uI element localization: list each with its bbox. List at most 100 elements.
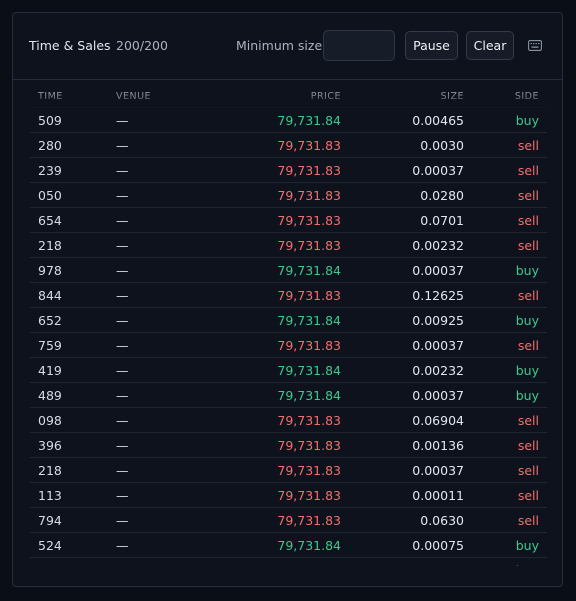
- venue-cell: —: [116, 113, 129, 128]
- table-row: 844 — 79,731.83 0.12625 sell: [30, 283, 547, 308]
- time-cell: 280: [38, 138, 62, 153]
- venue-cell: —: [116, 513, 129, 528]
- venue-cell: —: [116, 213, 129, 228]
- price-cell: 79,731.83: [277, 163, 341, 178]
- price-cell: 79,731.83: [277, 488, 341, 503]
- clear-button[interactable]: Clear: [466, 31, 514, 60]
- side-cell: sell: [517, 413, 539, 428]
- time-cell: 113: [38, 488, 62, 503]
- venue-cell: —: [116, 463, 129, 478]
- minimum-size-label: Minimum size: [236, 38, 323, 53]
- venue-cell: —: [116, 538, 129, 553]
- time-cell: 113: [38, 563, 62, 566]
- venue-cell: —: [116, 488, 129, 503]
- table-row: 794 — 79,731.83 0.0630 sell: [30, 508, 547, 533]
- venue-cell: —: [116, 563, 129, 566]
- panel-header: Time & Sales 200/200 Minimum size Pause …: [13, 13, 562, 80]
- side-cell: buy: [515, 388, 539, 403]
- table-row: 113 — 79,731.83 0.00011 sell: [30, 483, 547, 508]
- keyboard-icon[interactable]: [528, 40, 542, 51]
- size-cell: 0.00037: [412, 338, 464, 353]
- price-cell: 79,731.83: [277, 438, 341, 453]
- size-cell: 0.00075: [412, 538, 464, 553]
- price-cell: 79,731.84: [277, 388, 341, 403]
- time-cell: 489: [38, 388, 62, 403]
- side-cell: sell: [517, 338, 539, 353]
- venue-cell: —: [116, 288, 129, 303]
- size-cell: 0.0030: [420, 138, 464, 153]
- price-cell: 79,731.84: [277, 363, 341, 378]
- table-row: 098 — 79,731.83 0.06904 sell: [30, 408, 547, 433]
- price-cell: 79,731.84: [277, 313, 341, 328]
- table-row: 218 — 79,731.83 0.00037 sell: [30, 458, 547, 483]
- size-cell: 0.00232: [412, 238, 464, 253]
- time-cell: 759: [38, 338, 62, 353]
- price-cell: 79,731.83: [277, 213, 341, 228]
- time-cell: 098: [38, 413, 62, 428]
- side-cell: sell: [517, 188, 539, 203]
- table-row: 759 — 79,731.83 0.00037 sell: [30, 333, 547, 358]
- table-row: 218 — 79,731.83 0.00232 sell: [30, 233, 547, 258]
- trades-table: TIME VENUE PRICE SIZE SIDE 509—79,731.84…: [30, 87, 547, 566]
- size-cell: 0.00037: [412, 463, 464, 478]
- price-cell: 79,731.83: [277, 288, 341, 303]
- side-cell: sell: [517, 488, 539, 503]
- scroll-fade: [30, 94, 547, 108]
- side-cell: sell: [517, 513, 539, 528]
- table-row: 419 — 79,731.84 0.00232 buy: [30, 358, 547, 383]
- size-cell: 0.0280: [420, 188, 464, 203]
- panel-title: Time & Sales: [29, 38, 111, 53]
- table-row: 050 — 79,731.83 0.0280 sell: [30, 183, 547, 208]
- price-cell: 79,731.83: [277, 238, 341, 253]
- side-cell: sell: [517, 213, 539, 228]
- price-cell: 79,731.84: [277, 263, 341, 278]
- trade-count: 200/200: [116, 38, 168, 53]
- table-row: 524 — 79,731.84 0.00075 buy: [30, 533, 547, 558]
- size-cell: 0.00465: [412, 113, 464, 128]
- side-cell: sell: [517, 163, 539, 178]
- time-cell: 978: [38, 263, 62, 278]
- venue-cell: —: [116, 163, 129, 178]
- side-cell: sell: [517, 138, 539, 153]
- price-cell: 79,731.83: [277, 188, 341, 203]
- time-cell: 524: [38, 538, 62, 553]
- time-cell: 218: [38, 463, 62, 478]
- side-cell: buy: [515, 363, 539, 378]
- time-cell: 844: [38, 288, 62, 303]
- size-cell: 0.0701: [420, 213, 464, 228]
- size-cell: 0.0630: [420, 513, 464, 528]
- table-row: 239 — 79,731.83 0.00037 sell: [30, 158, 547, 183]
- size-cell: 0.00037: [412, 163, 464, 178]
- table-row: 509 — 79,731.84 0.00465 buy: [30, 108, 547, 133]
- size-cell: 0.00037: [412, 563, 464, 566]
- size-cell: 0.00037: [412, 388, 464, 403]
- table-row: 280 — 79,731.83 0.0030 sell: [30, 133, 547, 158]
- time-cell: 652: [38, 313, 62, 328]
- minimum-size-input[interactable]: [323, 30, 395, 61]
- venue-cell: —: [116, 388, 129, 403]
- time-and-sales-panel: Time & Sales 200/200 Minimum size Pause …: [12, 12, 563, 587]
- pause-button[interactable]: Pause: [405, 31, 458, 60]
- size-cell: 0.00232: [412, 363, 464, 378]
- table-row: 113 — 79,731.84 0.00037 buy: [30, 558, 547, 566]
- time-cell: 239: [38, 163, 62, 178]
- time-cell: 509: [38, 113, 62, 128]
- side-cell: buy: [515, 113, 539, 128]
- table-row: 489 — 79,731.84 0.00037 buy: [30, 383, 547, 408]
- time-cell: 654: [38, 213, 62, 228]
- price-cell: 79,731.84: [277, 538, 341, 553]
- table-row: 978 — 79,731.84 0.00037 buy: [30, 258, 547, 283]
- side-cell: buy: [516, 563, 539, 566]
- size-cell: 0.00011: [412, 488, 464, 503]
- table-body[interactable]: 509 — 79,731.84 0.00465 buy 280 — 79,731.83 0.00…: [30, 108, 547, 566]
- venue-cell: —: [116, 313, 129, 328]
- time-cell: 396: [38, 438, 62, 453]
- time-cell: 050: [38, 188, 62, 203]
- table-row: 396 — 79,731.83 0.00136 sell: [30, 433, 547, 458]
- venue-cell: —: [116, 138, 129, 153]
- venue-cell: —: [116, 188, 129, 203]
- side-cell: buy: [515, 538, 539, 553]
- price-cell: 79,731.83: [277, 513, 341, 528]
- side-cell: sell: [517, 238, 539, 253]
- price-cell: 79,731.83: [277, 338, 341, 353]
